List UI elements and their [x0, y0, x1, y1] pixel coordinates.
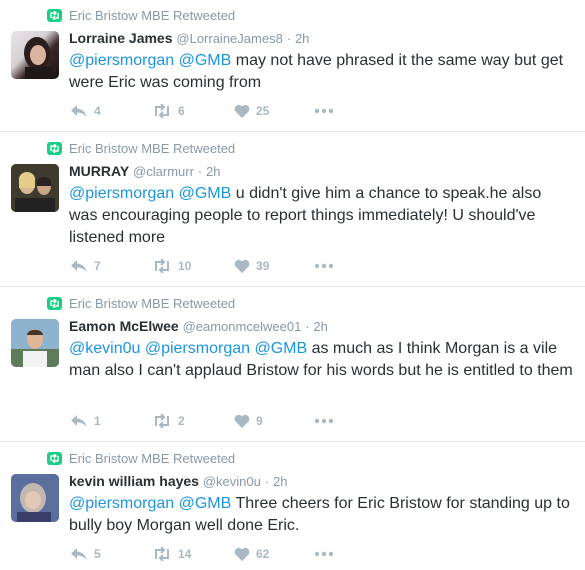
like-icon	[234, 259, 250, 273]
retweeted-by-label: Eric Bristow MBE Retweeted	[69, 296, 236, 311]
separator: ·	[305, 319, 310, 334]
like-icon	[234, 414, 250, 428]
more-icon	[314, 108, 334, 114]
tweet-header: MURRAY @clarmurr · 2h	[69, 163, 221, 179]
tweet-actions: 5 14 62	[70, 547, 334, 561]
tweet-text: @piersmorgan @GMB may not have phrased i…	[69, 50, 574, 94]
retweet-count: 6	[178, 104, 185, 118]
user-handle[interactable]: @LorraineJames8	[176, 31, 282, 46]
like-button[interactable]: 39	[234, 259, 314, 273]
more-icon	[314, 551, 334, 557]
retweet-icon	[152, 104, 172, 118]
retweet-icon	[152, 547, 172, 561]
retweet-count: 2	[178, 414, 185, 428]
retweet-icon	[152, 414, 172, 428]
more-button[interactable]	[314, 551, 334, 557]
separator: ·	[286, 31, 292, 46]
tweet-timestamp[interactable]: 2h	[273, 474, 287, 489]
separator: ·	[264, 474, 270, 489]
retweeted-by-label: Eric Bristow MBE Retweeted	[69, 8, 236, 23]
user-fullname[interactable]: MURRAY	[69, 163, 129, 179]
tweet-text: @kevin0u @piersmorgan @GMB as much as I …	[69, 338, 574, 382]
retweet-context[interactable]: Eric Bristow MBE Retweeted	[47, 8, 235, 23]
reply-icon	[70, 259, 88, 273]
like-icon	[234, 547, 250, 561]
retweet-button[interactable]: 6	[152, 104, 234, 118]
timeline: Eric Bristow MBE Retweeted Lorraine Jame…	[0, 0, 585, 570]
separator: ·	[197, 164, 203, 179]
retweet-count: 10	[178, 259, 192, 273]
more-button[interactable]	[314, 108, 334, 114]
retweet-count: 14	[178, 547, 192, 561]
more-button[interactable]	[314, 263, 334, 269]
retweet-button[interactable]: 2	[152, 414, 234, 428]
reply-icon	[70, 414, 88, 428]
reply-count: 1	[94, 414, 101, 428]
avatar[interactable]	[11, 319, 59, 367]
like-button[interactable]: 9	[234, 414, 314, 428]
tweet-timestamp[interactable]: 2h	[313, 319, 327, 334]
tweet-text: @piersmorgan @GMB Three cheers for Eric …	[69, 493, 574, 537]
more-button[interactable]	[314, 418, 334, 424]
tweet-actions: 4 6 25	[70, 104, 334, 118]
retweet-button[interactable]: 14	[152, 547, 234, 561]
retweet-icon	[47, 142, 62, 155]
user-handle[interactable]: @kevin0u	[203, 474, 261, 489]
retweet-context[interactable]: Eric Bristow MBE Retweeted	[47, 141, 235, 156]
like-button[interactable]: 25	[234, 104, 314, 118]
tweet[interactable]: Eric Bristow MBE Retweeted MURRAY @clarm…	[0, 132, 585, 287]
retweet-context[interactable]: Eric Bristow MBE Retweeted	[47, 451, 235, 466]
tweet-header: kevin william hayes @kevin0u · 2h	[69, 473, 287, 489]
reply-count: 4	[94, 104, 101, 118]
user-handle[interactable]: @eamonmcelwee01	[183, 319, 302, 334]
tweet-text: @piersmorgan @GMB u didn't give him a ch…	[69, 183, 574, 249]
avatar[interactable]	[11, 164, 59, 212]
user-fullname[interactable]: kevin william hayes	[69, 473, 199, 489]
tweet-actions: 7 10 39	[70, 259, 334, 273]
avatar[interactable]	[11, 31, 59, 79]
retweet-icon	[47, 9, 62, 22]
mention-links[interactable]: @piersmorgan @GMB	[69, 495, 231, 512]
reply-icon	[70, 547, 88, 561]
tweet-header: Lorraine James @LorraineJames8 · 2h	[69, 30, 309, 46]
like-icon	[234, 104, 250, 118]
mention-links[interactable]: @piersmorgan @GMB	[69, 52, 231, 69]
reply-count: 5	[94, 547, 101, 561]
reply-button[interactable]: 5	[70, 547, 152, 561]
mention-links[interactable]: @kevin0u @piersmorgan @GMB	[69, 340, 307, 357]
reply-button[interactable]: 4	[70, 104, 152, 118]
tweet-timestamp[interactable]: 2h	[206, 164, 220, 179]
reply-button[interactable]: 7	[70, 259, 152, 273]
retweet-context[interactable]: Eric Bristow MBE Retweeted	[47, 296, 235, 311]
avatar[interactable]	[11, 474, 59, 522]
mention-links[interactable]: @piersmorgan @GMB	[69, 185, 231, 202]
more-icon	[314, 418, 334, 424]
like-count: 39	[256, 259, 270, 273]
retweet-button[interactable]: 10	[152, 259, 234, 273]
like-count: 9	[256, 414, 263, 428]
like-count: 62	[256, 547, 270, 561]
retweet-icon	[152, 259, 172, 273]
like-count: 25	[256, 104, 270, 118]
tweet[interactable]: Eric Bristow MBE Retweeted Lorraine Jame…	[0, 0, 585, 132]
tweet-timestamp[interactable]: 2h	[295, 31, 309, 46]
user-handle[interactable]: @clarmurr	[133, 164, 194, 179]
like-button[interactable]: 62	[234, 547, 314, 561]
reply-count: 7	[94, 259, 101, 273]
user-fullname[interactable]: Eamon McElwee	[69, 318, 179, 334]
reply-icon	[70, 104, 88, 118]
tweet-actions: 1 2 9	[70, 414, 334, 428]
retweet-icon	[47, 297, 62, 310]
reply-button[interactable]: 1	[70, 414, 152, 428]
retweeted-by-label: Eric Bristow MBE Retweeted	[69, 451, 236, 466]
more-icon	[314, 263, 334, 269]
retweeted-by-label: Eric Bristow MBE Retweeted	[69, 141, 236, 156]
tweet[interactable]: Eric Bristow MBE Retweeted Eamon McElwee…	[0, 287, 585, 442]
retweet-icon	[47, 452, 62, 465]
user-fullname[interactable]: Lorraine James	[69, 30, 173, 46]
tweet-header: Eamon McElwee @eamonmcelwee01 · 2h	[69, 318, 328, 334]
tweet[interactable]: Eric Bristow MBE Retweeted kevin william…	[0, 442, 585, 570]
